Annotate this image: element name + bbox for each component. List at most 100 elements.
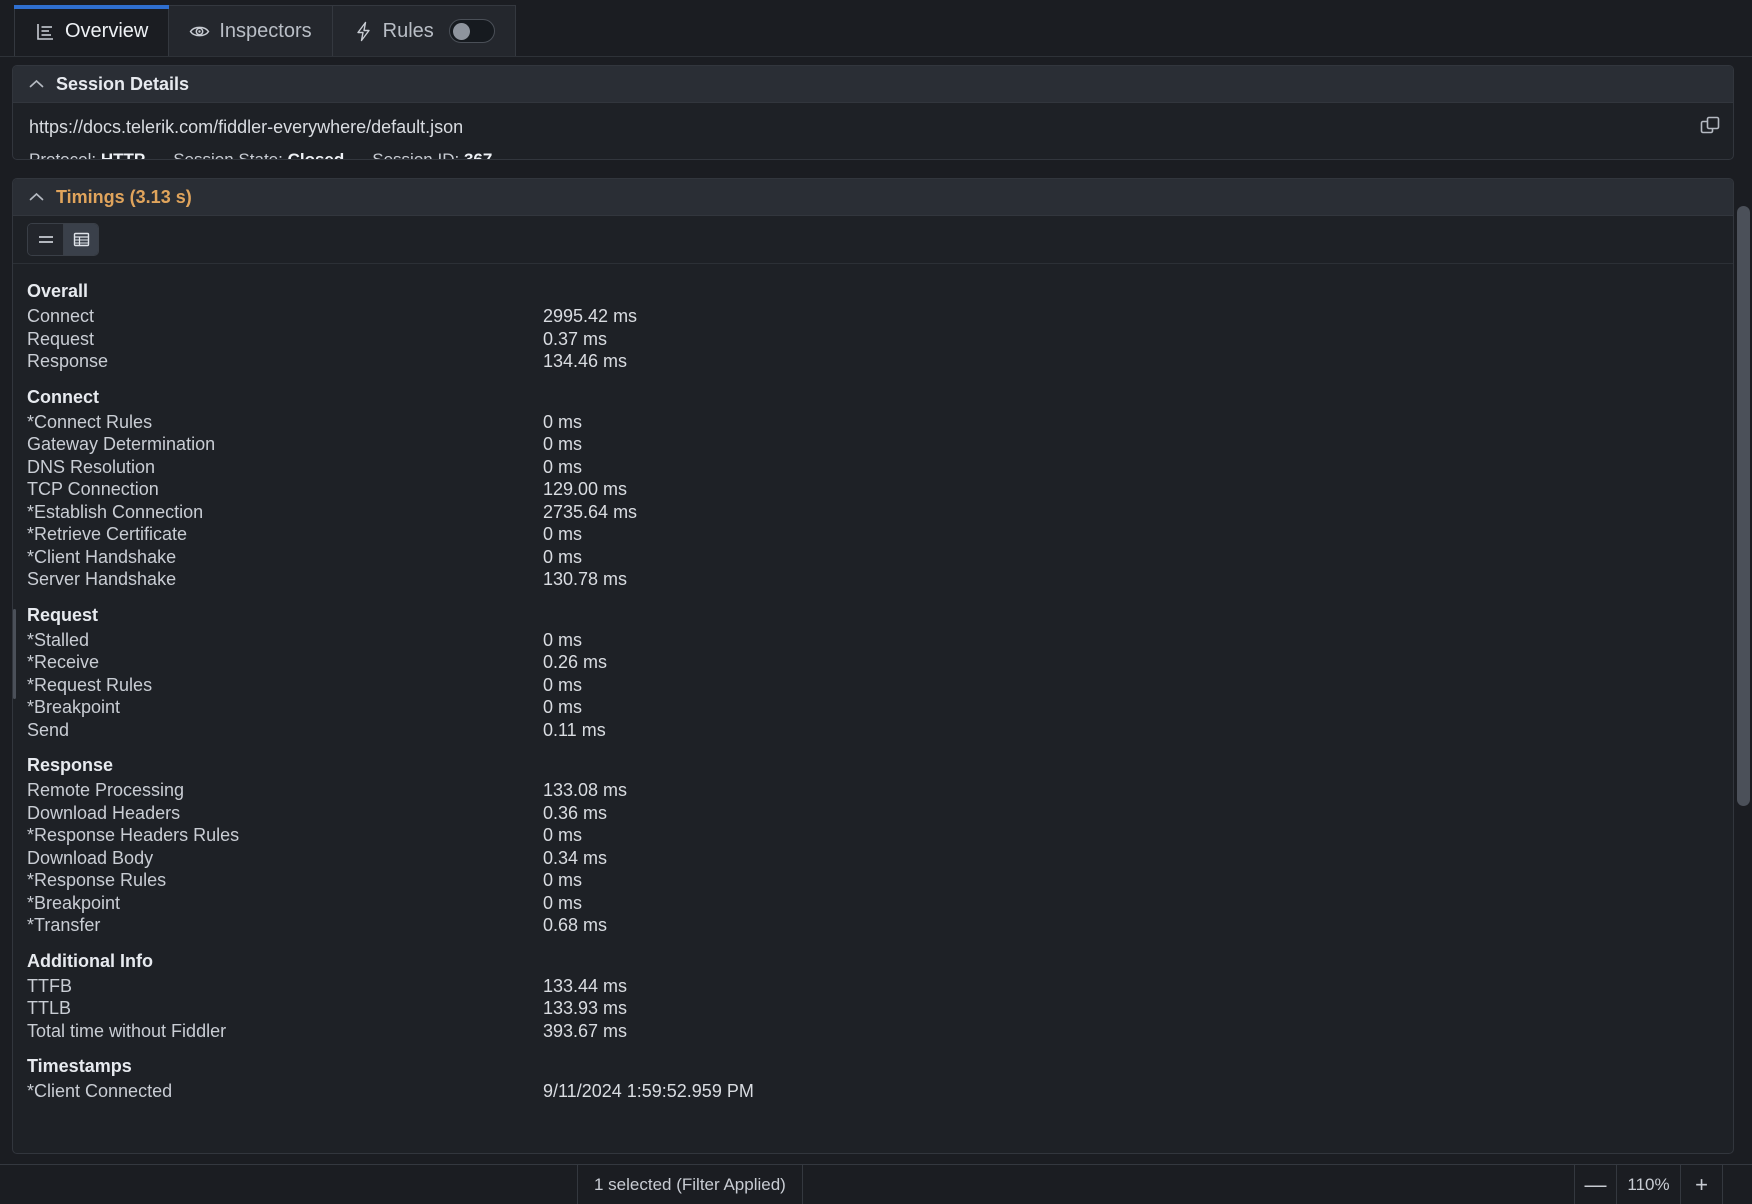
timings-row[interactable]: *Response Rules 0 ms bbox=[13, 869, 1733, 892]
timings-row-value: 9/11/2024 1:59:52.959 PM bbox=[543, 1081, 754, 1101]
timings-row-value: 0.36 ms bbox=[543, 802, 608, 823]
timings-row-label: *Establish Connection bbox=[27, 501, 204, 522]
list-icon bbox=[37, 233, 55, 247]
timings-group: Timestamps *Client Connected 9/11/2024 1:5… bbox=[13, 1056, 1733, 1103]
timings-row[interactable]: TTFB 133.44 ms bbox=[13, 975, 1733, 998]
session-protocol-value: HTTP bbox=[100, 150, 146, 160]
session-details-header[interactable]: Session Details bbox=[13, 66, 1733, 103]
timings-row-label: Gateway Determination bbox=[27, 434, 216, 454]
rules-toggle-knob bbox=[452, 23, 470, 40]
rules-toggle[interactable] bbox=[448, 19, 495, 43]
timings-group-title: Connect bbox=[27, 386, 99, 407]
timings-row-label: Send bbox=[27, 719, 70, 740]
timings-row[interactable]: Response 134.46 ms bbox=[13, 350, 1733, 373]
timings-row-label: Download Body bbox=[27, 847, 154, 868]
session-protocol: Protocol: HTTP bbox=[29, 150, 146, 160]
timings-row-label: *Breakpoint bbox=[27, 697, 121, 717]
timings-row[interactable]: *Establish Connection 2735.64 ms bbox=[13, 501, 1733, 524]
zoom-level[interactable]: 110% bbox=[1616, 1165, 1680, 1204]
timings-row-value: 0 ms bbox=[543, 825, 583, 845]
timings-row-label: DNS Resolution bbox=[27, 456, 156, 477]
zoom-out-button[interactable]: — bbox=[1574, 1165, 1616, 1204]
status-bar: 1 selected (Filter Applied) — 110% + bbox=[0, 1164, 1752, 1204]
timings-row-label: Request bbox=[27, 328, 95, 349]
vertical-scrollbar[interactable] bbox=[1737, 178, 1750, 1154]
copy-icon[interactable] bbox=[1693, 109, 1727, 143]
timings-row-value: 0.34 ms bbox=[543, 847, 608, 868]
session-state: Session State: Closed bbox=[173, 150, 344, 159]
timings-row[interactable]: TTLB 133.93 ms bbox=[13, 997, 1733, 1020]
timings-row-value: 133.93 ms bbox=[543, 998, 628, 1018]
timings-group: Connect *Connect Rules 0 ms Gateway Determi… bbox=[13, 387, 1733, 591]
timings-row[interactable]: *Breakpoint 0 ms bbox=[13, 892, 1733, 915]
timings-row-value: 2995.42 ms bbox=[543, 306, 638, 326]
timings-row[interactable]: TCP Connection 129.00 ms bbox=[13, 478, 1733, 501]
timings-panel: Timings (3.13 s) Overall Connect 2995.42… bbox=[12, 178, 1734, 1154]
timings-row-label: TCP Connection bbox=[27, 479, 159, 499]
timings-row-value: 393.67 ms bbox=[543, 1020, 628, 1041]
timings-toolbar bbox=[13, 216, 1733, 264]
timings-row-value: 133.08 ms bbox=[543, 780, 628, 800]
timings-row-value: 0 ms bbox=[543, 674, 583, 695]
session-id-value: 367 bbox=[463, 150, 493, 160]
tab-overview[interactable]: Overview bbox=[14, 5, 170, 56]
timings-row[interactable]: *Request Rules 0 ms bbox=[13, 674, 1733, 697]
timings-row-label: Remote Processing bbox=[27, 780, 185, 800]
timings-row-label: *Connect Rules bbox=[27, 411, 153, 432]
inner-scroll-indicator[interactable] bbox=[13, 609, 16, 699]
timings-row-label: *Stalled bbox=[27, 629, 90, 650]
timings-row[interactable]: Gateway Determination 0 ms bbox=[13, 433, 1733, 456]
timings-header[interactable]: Timings (3.13 s) bbox=[13, 179, 1733, 216]
zoom-in-button[interactable]: + bbox=[1680, 1165, 1722, 1204]
tab-rules-label: Rules bbox=[382, 19, 434, 42]
timings-row[interactable]: Download Body 0.34 ms bbox=[13, 847, 1733, 870]
timings-row-label: TTLB bbox=[27, 998, 72, 1018]
timings-row[interactable]: *Stalled 0 ms bbox=[13, 629, 1733, 652]
timings-row[interactable]: *Client Handshake 0 ms bbox=[13, 546, 1733, 569]
timings-row[interactable]: *Receive 0.26 ms bbox=[13, 651, 1733, 674]
timings-row-label: Download Headers bbox=[27, 802, 181, 823]
timings-row-label: TTFB bbox=[27, 975, 72, 996]
timings-row[interactable]: Request 0.37 ms bbox=[13, 328, 1733, 351]
tab-rules[interactable]: Rules bbox=[332, 5, 516, 56]
zoom-controls: — 110% + bbox=[1574, 1165, 1752, 1204]
timings-row[interactable]: *Response Headers Rules 0 ms bbox=[13, 824, 1733, 847]
table-view-button[interactable] bbox=[63, 224, 98, 255]
timings-row[interactable]: Download Headers 0.36 ms bbox=[13, 802, 1733, 825]
timings-row-value: 0 ms bbox=[543, 697, 583, 717]
timings-row-value: 0 ms bbox=[543, 524, 583, 544]
timings-row-label: *Client Handshake bbox=[27, 546, 177, 567]
timings-group-title: Request bbox=[27, 604, 99, 625]
table-icon bbox=[73, 232, 90, 247]
timings-list: Overall Connect 2995.42 ms Request 0.37 ms Re… bbox=[13, 265, 1733, 1153]
timings-row[interactable]: *Client Connected 9/11/2024 1:59:52.959 P… bbox=[13, 1080, 1733, 1103]
timings-row[interactable]: *Transfer 0.68 ms bbox=[13, 914, 1733, 937]
timings-row-value: 0.37 ms bbox=[543, 328, 608, 349]
timings-row-value: 0 ms bbox=[543, 546, 583, 567]
timings-row[interactable]: *Connect Rules 0 ms bbox=[13, 411, 1733, 434]
timings-row[interactable]: *Retrieve Certificate 0 ms bbox=[13, 523, 1733, 546]
timings-row-label: *Retrieve Certificate bbox=[27, 524, 188, 544]
timings-row[interactable]: Remote Processing 133.08 ms bbox=[13, 779, 1733, 802]
timings-row[interactable]: *Breakpoint 0 ms bbox=[13, 696, 1733, 719]
timings-row[interactable]: Connect 2995.42 ms bbox=[13, 305, 1733, 328]
timings-row-label: *Request Rules bbox=[27, 674, 153, 695]
tab-inspectors[interactable]: Inspectors bbox=[169, 5, 333, 56]
timings-row-label: Connect bbox=[27, 306, 95, 326]
timings-row-value: 0 ms bbox=[543, 456, 583, 477]
list-view-button[interactable] bbox=[28, 224, 63, 255]
tab-inspectors-label: Inspectors bbox=[219, 19, 312, 42]
timings-row[interactable]: Total time without Fiddler 393.67 ms bbox=[13, 1020, 1733, 1043]
timings-row[interactable]: Server Handshake 130.78 ms bbox=[13, 568, 1733, 591]
vertical-scrollbar-thumb[interactable] bbox=[1737, 206, 1750, 806]
timings-row-label: *Receive bbox=[27, 652, 100, 672]
timings-group: Response Remote Processing 133.08 ms Downlo… bbox=[13, 755, 1733, 937]
status-end-cell bbox=[1722, 1165, 1752, 1204]
lightning-icon bbox=[353, 21, 374, 42]
timings-row[interactable]: Send 0.11 ms bbox=[13, 719, 1733, 742]
timings-row[interactable]: DNS Resolution 0 ms bbox=[13, 456, 1733, 479]
timings-row-value: 0.68 ms bbox=[543, 915, 608, 935]
timings-row-value: 130.78 ms bbox=[543, 569, 628, 589]
timings-row-value: 134.46 ms bbox=[543, 351, 628, 371]
timings-row-value: 0 ms bbox=[543, 892, 583, 913]
